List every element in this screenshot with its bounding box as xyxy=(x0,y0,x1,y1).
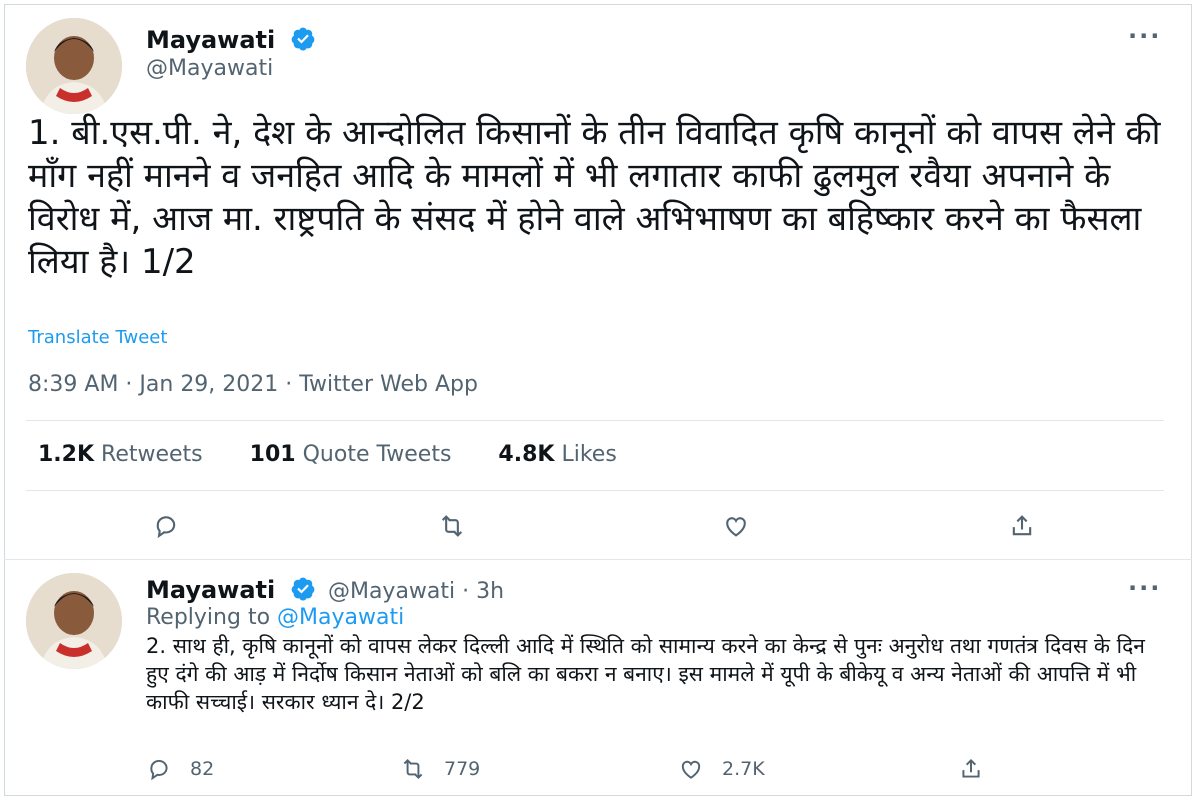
author-name[interactable]: Mayawati xyxy=(146,26,316,54)
quotes-count: 101 xyxy=(249,442,296,467)
likes-count: 4.8K xyxy=(498,442,555,467)
replying-to-label: Replying to xyxy=(146,605,271,630)
share-icon xyxy=(962,758,980,778)
like-icon xyxy=(681,760,701,779)
retweets-count: 1.2K xyxy=(38,442,95,467)
reply-text: 2. साथ ही, कृषि कानूनों को वापस लेकर दिल… xyxy=(146,634,1145,714)
more-dots-icon[interactable]: ··· xyxy=(1128,22,1161,50)
retweet-icon[interactable] xyxy=(432,506,472,546)
divider xyxy=(26,420,1164,421)
tweet-stats: 1.2K Retweets 101 Quote Tweets 4.8K Like… xyxy=(38,442,657,467)
verified-badge-icon xyxy=(291,27,314,51)
reply-more-dots-icon[interactable]: ··· xyxy=(1128,574,1161,602)
like-icon[interactable] xyxy=(716,506,756,546)
quotes-label: Quote Tweets xyxy=(302,442,452,467)
divider xyxy=(26,490,1164,491)
replying-to-handle-link[interactable]: @Mayawati xyxy=(277,605,404,630)
retweets-stat[interactable]: 1.2K Retweets xyxy=(38,442,203,467)
quote-tweets-stat[interactable]: 101 Quote Tweets xyxy=(250,442,452,467)
reply-author-handle[interactable]: @Mayawati xyxy=(328,579,455,604)
reply-reply-button[interactable]: 82 xyxy=(146,756,214,782)
tweet-text: 1. बी.एस.पी. ने, देश के आन्दोलित किसानों… xyxy=(28,113,1161,282)
translate-tweet-link[interactable]: Translate Tweet xyxy=(28,327,167,348)
author-name-text[interactable]: Mayawati xyxy=(146,26,275,54)
likes-label: Likes xyxy=(561,442,617,467)
retweets-label: Retweets xyxy=(101,442,203,467)
reply-author-name-text[interactable]: Mayawati xyxy=(146,576,275,604)
verified-badge-icon xyxy=(291,577,314,601)
like-count: 2.7K xyxy=(722,758,765,780)
reply-count: 82 xyxy=(190,758,215,780)
reply-author-name[interactable]: Mayawati @Mayawati · 3h xyxy=(146,576,504,604)
reply-retweet-button[interactable]: 779 xyxy=(400,756,480,782)
reply-timestamp[interactable]: · 3h xyxy=(462,579,504,604)
reply-avatar[interactable] xyxy=(26,573,122,669)
reply-icon xyxy=(150,760,168,781)
retweet-count: 779 xyxy=(444,758,481,780)
share-icon[interactable] xyxy=(1002,506,1042,546)
reply-share-button[interactable] xyxy=(958,756,1002,782)
tweet-meta: 8:39 AM · Jan 29, 2021 · Twitter Web App xyxy=(28,372,478,397)
likes-stat[interactable]: 4.8K Likes xyxy=(498,442,616,467)
author-handle[interactable]: @Mayawati xyxy=(146,56,273,81)
retweet-icon xyxy=(403,758,423,780)
reply-icon[interactable] xyxy=(146,506,186,546)
avatar[interactable] xyxy=(26,18,122,114)
reply-like-button[interactable]: 2.7K xyxy=(678,756,765,782)
divider xyxy=(4,559,1192,560)
replying-to: Replying to @Mayawati xyxy=(146,605,404,630)
